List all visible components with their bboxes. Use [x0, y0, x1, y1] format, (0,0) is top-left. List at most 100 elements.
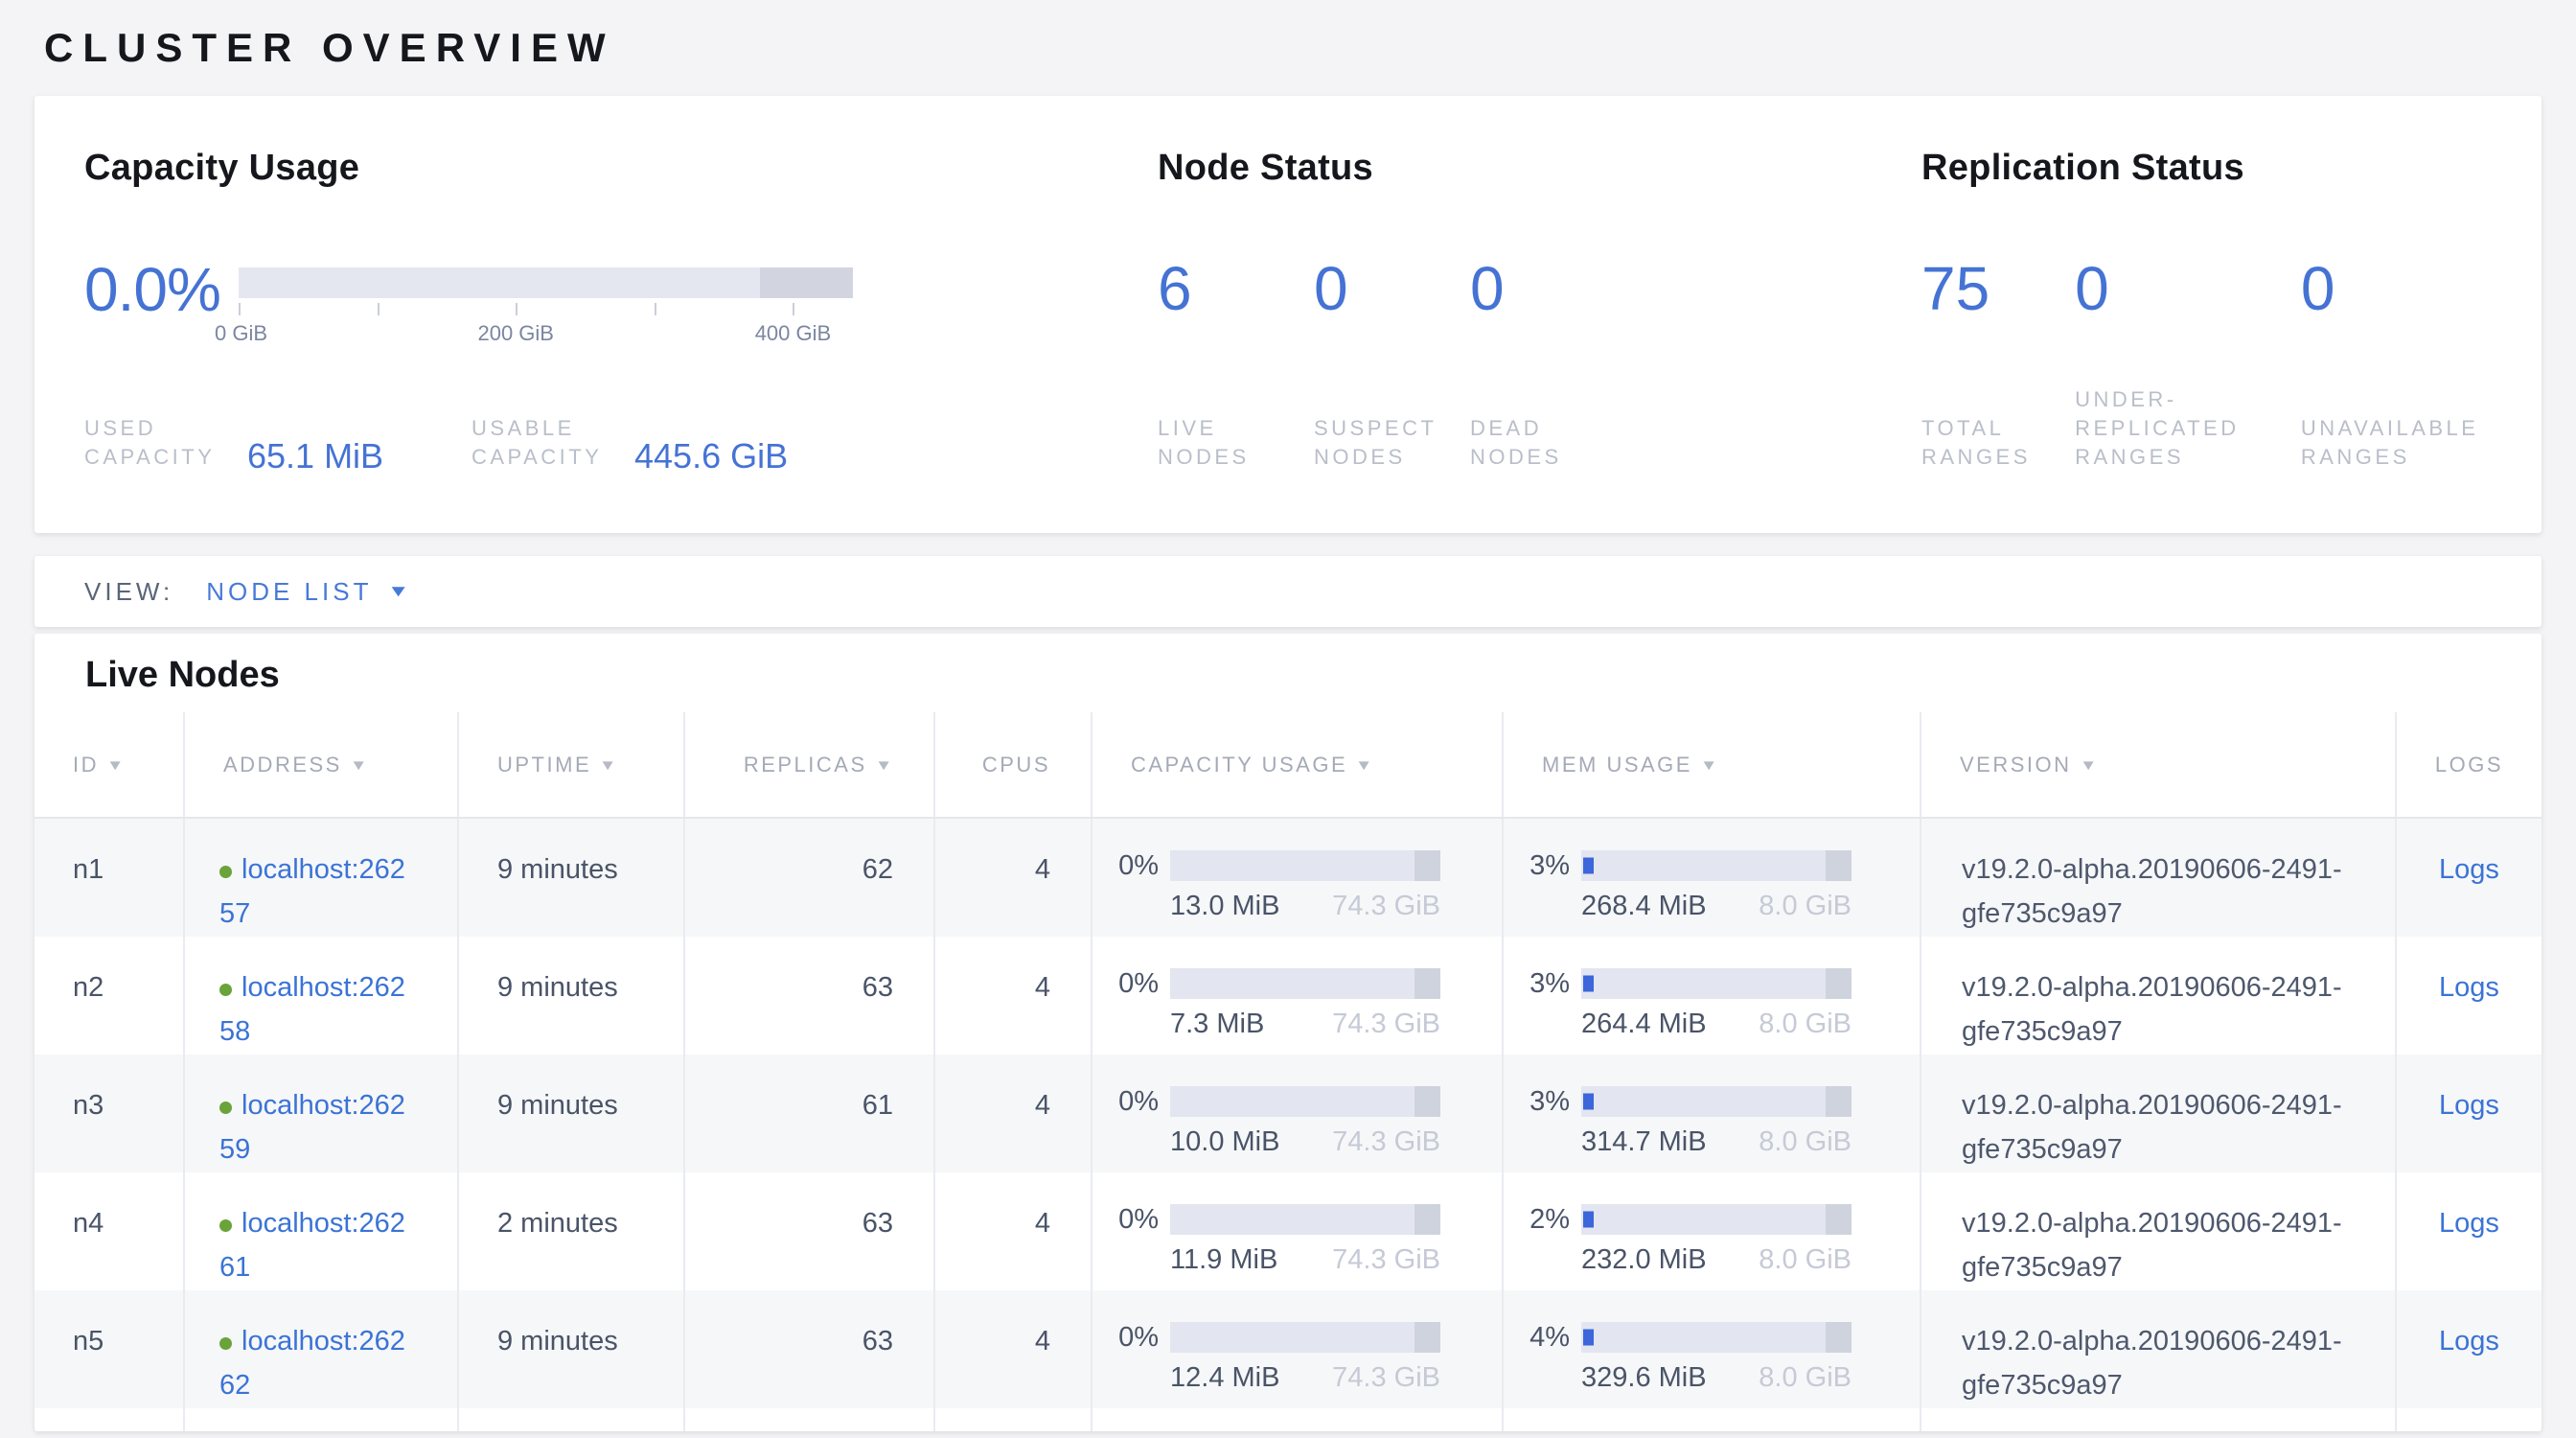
- column-header-cpus: CPUS: [934, 712, 1092, 818]
- node-cpus: 4: [934, 1172, 1092, 1290]
- capacity-total-value: 74.3 GiB: [1332, 1360, 1440, 1395]
- capacity-usage-section: Capacity Usage 0.0%: [84, 148, 1158, 533]
- axis-label: 0 GiB: [215, 321, 267, 346]
- replication-status-title: Replication Status: [1921, 148, 2503, 188]
- mem-bar: [1581, 850, 1852, 881]
- capacity-reserved-segment: [1414, 1204, 1440, 1235]
- live-nodes-table: ID▼ ADDRESS▼ UPTIME▼ REPLICAS▼ CPUS CAPA…: [34, 712, 2542, 1431]
- node-address-link[interactable]: localhost:26261: [219, 1208, 405, 1283]
- under-replicated-ranges-stat: 0 UNDER-REPLICATED RANGES: [2075, 261, 2301, 472]
- mem-used-bar: [1583, 1330, 1594, 1346]
- column-header-capacity-usage[interactable]: CAPACITY USAGE▼: [1092, 712, 1503, 818]
- node-address-link[interactable]: localhost:26259: [219, 1090, 405, 1165]
- logs-link[interactable]: Logs: [2439, 1208, 2499, 1239]
- node-id: n4: [34, 1172, 184, 1290]
- node-id: n5: [34, 1290, 184, 1408]
- node-address-link[interactable]: localhost:26258: [219, 972, 405, 1047]
- mem-reserved-segment: [1826, 968, 1852, 999]
- capacity-used-value: 13.0 MiB: [1170, 889, 1279, 923]
- cluster-overview-page: CLUSTER OVERVIEW Capacity Usage 0.0%: [0, 0, 2576, 1438]
- live-nodes-count: 6: [1158, 261, 1314, 316]
- mem-used-value: 268.4 MiB: [1581, 889, 1707, 923]
- node-address-cell: localhost:26259: [184, 1055, 458, 1172]
- capacity-total-value: 74.3 GiB: [1332, 889, 1440, 923]
- node-address-link[interactable]: localhost:26262: [219, 1326, 405, 1401]
- used-capacity-label: USED CAPACITY: [84, 414, 228, 472]
- node-row-n5: n5 localhost:26262 9 minutes 63 4 0% 12.…: [34, 1290, 2542, 1408]
- node-capacity-usage-cell: 0% 12.4 MiB74.3 GiB: [1092, 1290, 1503, 1408]
- column-header-version[interactable]: VERSION▼: [1920, 712, 2396, 818]
- node-version: v19.2.0-alpha.20190606-2491-gfe735c9a97: [1920, 818, 2396, 937]
- logs-link[interactable]: Logs: [2439, 972, 2499, 1003]
- mem-total-value: 8.0 GiB: [1759, 889, 1852, 923]
- axis-tick: [516, 303, 518, 315]
- capacity-bar-reserved-segment: [760, 267, 853, 298]
- capacity-total-value: 74.3 GiB: [1332, 1125, 1440, 1159]
- chevron-down-icon: ▼: [387, 582, 415, 601]
- node-logs-cell: Logs: [2396, 1172, 2542, 1290]
- usable-capacity-label: USABLE CAPACITY: [472, 414, 615, 472]
- suspect-nodes-stat: 0 SUSPECT NODES: [1314, 261, 1470, 472]
- under-replicated-label: UNDER-REPLICATED RANGES: [2075, 385, 2301, 472]
- capacity-percent: 0%: [1093, 1204, 1170, 1277]
- mem-used-bar: [1583, 976, 1594, 992]
- dead-nodes-count: 0: [1470, 261, 1626, 316]
- logs-link[interactable]: Logs: [2439, 1326, 2499, 1357]
- capacity-used-value: 10.0 MiB: [1170, 1125, 1279, 1159]
- node-uptime: 9 minutes: [458, 1290, 684, 1408]
- column-header-address[interactable]: ADDRESS▼: [184, 712, 458, 818]
- mem-percent: 4%: [1505, 1322, 1581, 1395]
- node-address-link[interactable]: localhost:26257: [219, 854, 405, 929]
- mem-reserved-segment: [1826, 1086, 1852, 1117]
- suspect-nodes-label: SUSPECT NODES: [1314, 414, 1443, 472]
- mem-used-value: 329.6 MiB: [1581, 1360, 1707, 1395]
- node-address-cell: localhost:26257: [184, 818, 458, 937]
- capacity-reserved-segment: [1414, 1086, 1440, 1117]
- capacity-reserved-segment: [1414, 1322, 1440, 1353]
- node-mem-usage-cell: 4% 329.6 MiB8.0 GiB: [1503, 1290, 1920, 1408]
- used-capacity-stat: USED CAPACITY 65.1 MiB: [84, 414, 472, 472]
- column-header-uptime[interactable]: UPTIME▼: [458, 712, 684, 818]
- mem-reserved-segment: [1826, 1322, 1852, 1353]
- node-replicas: 63: [684, 1290, 934, 1408]
- column-header-id[interactable]: ID▼: [34, 712, 184, 818]
- node-logs-cell: Logs: [2396, 1290, 2542, 1408]
- capacity-usage-title: Capacity Usage: [84, 148, 1158, 188]
- node-logs-cell: Logs: [2396, 1055, 2542, 1172]
- node-uptime: 2 minutes: [458, 1172, 684, 1290]
- node-cpus: 4: [934, 937, 1092, 1055]
- node-live-status-icon: [219, 1102, 232, 1114]
- capacity-reserved-segment: [1414, 850, 1440, 881]
- sort-desc-icon: ▼: [2079, 757, 2100, 774]
- node-live-status-icon: [219, 1219, 232, 1232]
- capacity-axis-labels: 0 GiB 200 GiB 400 GiB: [239, 315, 853, 344]
- column-header-mem-usage[interactable]: MEM USAGE▼: [1503, 712, 1920, 818]
- node-capacity-usage-cell: 0% 11.9 MiB 74.3 GiB: [1092, 1172, 1503, 1290]
- suspect-nodes-count: 0: [1314, 261, 1470, 316]
- logs-link[interactable]: Logs: [2439, 854, 2499, 885]
- node-cpus: 4: [934, 1055, 1092, 1172]
- mem-used-bar: [1583, 858, 1594, 874]
- logs-link[interactable]: Logs: [2439, 1090, 2499, 1121]
- node-mem-usage-cell: 3% 264.4 MiB8.0 GiB: [1503, 937, 1920, 1055]
- view-dropdown[interactable]: NODE LIST ▼: [206, 577, 411, 607]
- view-selector-bar: VIEW: NODE LIST ▼: [34, 556, 2542, 627]
- capacity-total-value: 74.3 GiB: [1332, 1242, 1440, 1277]
- live-nodes-section-title: Live Nodes: [34, 634, 2542, 712]
- node-row-partial: [34, 1408, 2542, 1431]
- sort-desc-icon: ▼: [106, 757, 127, 774]
- capacity-used-value: 11.9 MiB: [1170, 1242, 1277, 1277]
- node-status-section: Node Status 6 LIVE NODES 0 SUSPECT NODES…: [1158, 148, 1921, 533]
- capacity-bar-track: [239, 267, 853, 298]
- total-ranges-label: TOTAL RANGES: [1921, 414, 2051, 472]
- mem-used-bar: [1583, 1094, 1594, 1110]
- node-mem-usage-cell: 3% 268.4 MiB8.0 GiB: [1503, 818, 1920, 937]
- node-replicas: 62: [684, 818, 934, 937]
- column-header-replicas[interactable]: REPLICAS▼: [684, 712, 934, 818]
- mem-total-value: 8.0 GiB: [1759, 1125, 1852, 1159]
- node-id: n2: [34, 937, 184, 1055]
- mem-percent: 2%: [1505, 1204, 1581, 1277]
- node-logs-cell: Logs: [2396, 818, 2542, 937]
- used-capacity-value: 65.1 MiB: [247, 440, 383, 472]
- node-version: v19.2.0-alpha.20190606-2491-gfe735c9a97: [1920, 1290, 2396, 1408]
